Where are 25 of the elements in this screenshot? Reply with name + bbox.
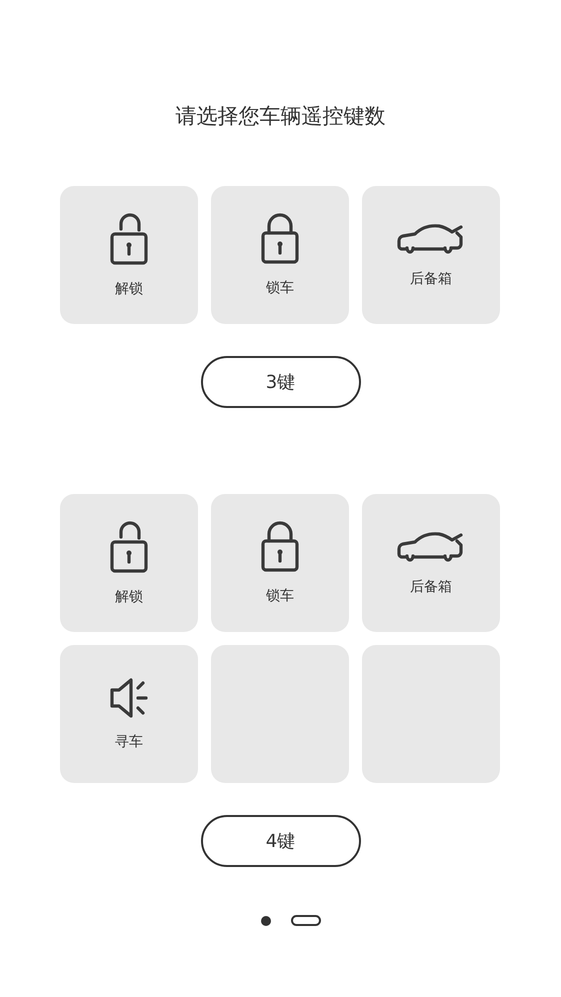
car-icon bbox=[397, 530, 465, 564]
key-label: 解锁 bbox=[115, 280, 143, 298]
unlocked-padlock-icon bbox=[109, 520, 149, 574]
padlock-icon bbox=[260, 521, 300, 573]
key-label: 锁车 bbox=[266, 587, 294, 605]
key-count-button[interactable]: 3键 bbox=[200, 356, 360, 408]
key-tile[interactable]: 寻车 bbox=[60, 645, 198, 783]
key-count-button[interactable]: 4键 bbox=[200, 815, 360, 867]
key-tile[interactable]: 锁车 bbox=[211, 186, 349, 324]
page-title: 请选择您车辆遥控键数 bbox=[174, 103, 386, 130]
key-label: 后备箱 bbox=[410, 578, 452, 596]
key-tile[interactable]: 后备箱 bbox=[362, 494, 500, 632]
key-label: 解锁 bbox=[115, 588, 143, 606]
key-tile[interactable]: 后备箱 bbox=[362, 186, 500, 324]
page-indicator[interactable] bbox=[260, 916, 270, 926]
key-label: 寻车 bbox=[115, 733, 143, 751]
key-tile[interactable]: 解锁 bbox=[60, 494, 198, 632]
padlock-icon bbox=[260, 213, 300, 265]
key-tile[interactable]: 锁车 bbox=[211, 494, 349, 632]
key-label: 锁车 bbox=[266, 279, 294, 297]
page-indicator[interactable] bbox=[290, 915, 320, 926]
car-icon bbox=[397, 222, 465, 256]
unlocked-padlock-icon bbox=[109, 212, 149, 266]
key-tile[interactable]: 解锁 bbox=[60, 186, 198, 324]
key-label: 后备箱 bbox=[410, 270, 452, 288]
